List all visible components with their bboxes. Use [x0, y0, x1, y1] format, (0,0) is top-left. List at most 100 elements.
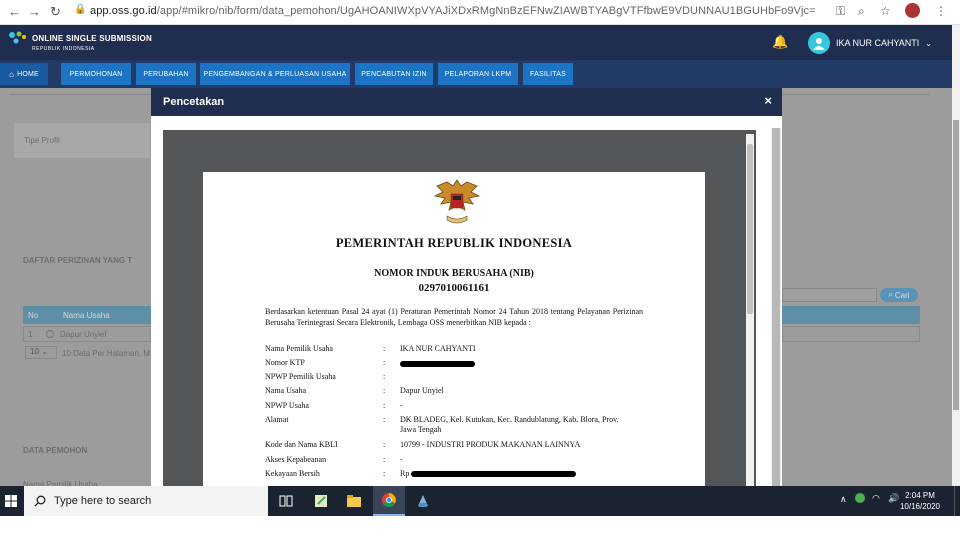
avatar: [807, 32, 830, 54]
field-value: 10799 - INDUSTRI PRODUK MAKANAN LAINNYA: [400, 440, 581, 449]
nav-fasilitas-label: FASILITAS: [530, 70, 566, 78]
chrome-icon[interactable]: [373, 486, 405, 516]
nav-fasilitas[interactable]: FASILITAS: [523, 63, 573, 85]
field-label: Nama Pemilik Usaha: [265, 344, 333, 353]
nav-pencabutan-izin[interactable]: PENCABUTAN IZIN: [355, 63, 433, 85]
table-row-right: [782, 326, 920, 342]
notepad-icon[interactable]: [305, 486, 337, 516]
chevron-up-icon[interactable]: ∧: [840, 494, 847, 505]
field-value: -: [400, 455, 403, 464]
user-menu[interactable]: IKA NUR CAHYANTI ⌄: [807, 32, 932, 54]
field-value-line2: Jawa Tengah: [400, 425, 442, 434]
field-value: Rp: [400, 469, 577, 478]
search-button-label: Cari: [894, 290, 910, 300]
field-label: NPWP Pemilik Usaha: [265, 372, 336, 381]
redacted-value: [400, 359, 475, 368]
per-page-value: 10: [30, 347, 39, 356]
per-page-text: 10 Data Per Halaman, M: [62, 349, 151, 358]
show-desktop-button[interactable]: [954, 486, 960, 516]
nav-permohonan-label: PERMOHONAN: [69, 70, 123, 78]
search-button[interactable]: ⌕ Cari: [880, 288, 918, 302]
field-label: Akses Kepabeanan: [265, 455, 327, 464]
nav-perubahan[interactable]: PERUBAHAN: [136, 63, 196, 85]
windows-logo-icon: [5, 495, 17, 507]
government-title: PEMERINTAH REPUBLIK INDONESIA: [335, 236, 573, 250]
bell-icon[interactable]: 🔔: [772, 34, 788, 50]
nib-document-page: PEMERINTAH REPUBLIK INDONESIA NOMOR INDU…: [203, 172, 705, 486]
url-path: /app/#mikro/nib/form/data_pemohon/UgAHOA…: [156, 5, 816, 17]
oss-logo-icon: [9, 31, 26, 44]
search-icon: [34, 495, 46, 507]
taskbar-search[interactable]: Type here to search: [24, 486, 268, 516]
lock-icon[interactable]: 🔒: [74, 4, 86, 15]
volume-icon[interactable]: 🔊: [888, 493, 899, 504]
start-button[interactable]: [0, 486, 22, 516]
section-title-applicant: DATA PEMOHON: [23, 446, 88, 455]
field-value: DK BLADEG, Kel. Kutukan, Kec. Randublatu…: [400, 415, 619, 424]
user-name: IKA NUR CAHYANTI: [835, 38, 920, 48]
tray-app-icon[interactable]: [855, 493, 865, 503]
viewer-scrollbar[interactable]: [746, 134, 754, 486]
table-row[interactable]: 1 Dapur Unyiel: [23, 326, 151, 342]
field-label: Kode dan Nama KBLI: [265, 440, 338, 449]
address-bar[interactable]: app.oss.go.id/app/#mikro/nib/form/data_p…: [90, 5, 816, 17]
row-radio[interactable]: [46, 330, 54, 338]
table-row-name: Dapur Unyiel: [60, 330, 107, 339]
nav-pelaporan-lkpm[interactable]: PELAPORAN LKPM: [438, 63, 518, 85]
task-view-icon[interactable]: [270, 486, 302, 516]
reload-icon[interactable]: ↻: [50, 4, 61, 20]
nav-home[interactable]: ⌂ HOME: [0, 63, 48, 85]
modal-scroll-thumb[interactable]: [772, 128, 780, 486]
file-explorer-icon[interactable]: [338, 486, 370, 516]
url-host: app.oss.go.id: [90, 5, 157, 17]
chevron-down-icon: ⌄: [925, 38, 932, 48]
section-title-permits: DAFTAR PERIZINAN YANG T: [23, 256, 133, 265]
menu-dots-icon[interactable]: ⋮: [935, 4, 947, 18]
modal-scrollbar[interactable]: [771, 128, 781, 486]
nib-number: 0297010061161: [418, 282, 490, 294]
key-icon[interactable]: ⚿: [836, 4, 845, 19]
table-header: No Nama Usaha: [23, 306, 151, 324]
nib-title: NOMOR INDUK BERUSAHA (NIB): [374, 268, 534, 279]
field-label: Nama Usaha: [265, 386, 307, 395]
profile-type-box: Tipe Profil: [14, 123, 150, 158]
close-icon[interactable]: ×: [764, 93, 772, 108]
bottom-margin: [0, 516, 960, 539]
field-label: NPWP Usaha: [265, 401, 309, 410]
nav-pengembangan[interactable]: PENGEMBANGAN & PERLUASAN USAHA: [200, 63, 350, 85]
modal-header: Pencetakan ×: [151, 88, 782, 116]
home-icon: ⌂: [9, 69, 15, 79]
nav-permohonan[interactable]: PERMOHONAN: [61, 63, 131, 85]
field-value: IKA NUR CAHYANTI: [400, 344, 476, 353]
garuda-emblem-icon: [433, 179, 481, 224]
page-scroll-thumb[interactable]: [953, 120, 959, 410]
field-value: -: [400, 401, 403, 410]
field-value: Dapur Unyiel: [400, 386, 444, 395]
search-placeholder: Type here to search: [54, 495, 152, 507]
table-header-name: Nama Usaha: [63, 311, 110, 320]
taskbar-clock[interactable]: 2:04 PM 10/16/2020: [900, 490, 940, 512]
clock-date: 10/16/2020: [899, 502, 940, 511]
back-icon[interactable]: ←: [8, 4, 21, 19]
clock-time: 2:04 PM: [905, 491, 935, 500]
star-icon[interactable]: ☆: [880, 4, 891, 18]
nav-home-label: HOME: [17, 70, 39, 78]
page-scrollbar[interactable]: [952, 25, 960, 486]
wifi-icon[interactable]: ◠: [872, 493, 880, 504]
field-label: Alamat: [265, 415, 289, 424]
profile-avatar-icon[interactable]: [905, 3, 920, 18]
app-icon[interactable]: [407, 486, 439, 516]
logo-subtitle: REPUBLIK INDONESIA: [32, 46, 95, 52]
user-icon: [812, 38, 825, 50]
logo-title: ONLINE SINGLE SUBMISSION: [32, 33, 152, 43]
table-header-no: No: [28, 311, 39, 320]
per-page-select[interactable]: 10 ⌄: [25, 346, 57, 359]
permit-search-input[interactable]: [782, 288, 877, 302]
zoom-icon[interactable]: ⌕: [858, 4, 865, 19]
windows-taskbar: Type here to search ∧ ◠ 🔊 2:04 PM 10/16/…: [0, 486, 960, 516]
viewer-scroll-thumb[interactable]: [747, 144, 753, 314]
forward-icon[interactable]: →: [28, 4, 41, 19]
oss-logo[interactable]: ONLINE SINGLE SUBMISSION REPUBLIK INDONE…: [8, 31, 152, 52]
browser-toolbar: ← → ↻ 🔒 app.oss.go.id/app/#mikro/nib/for…: [0, 0, 960, 25]
nav-pencabutan-label: PENCABUTAN IZIN: [361, 70, 427, 78]
